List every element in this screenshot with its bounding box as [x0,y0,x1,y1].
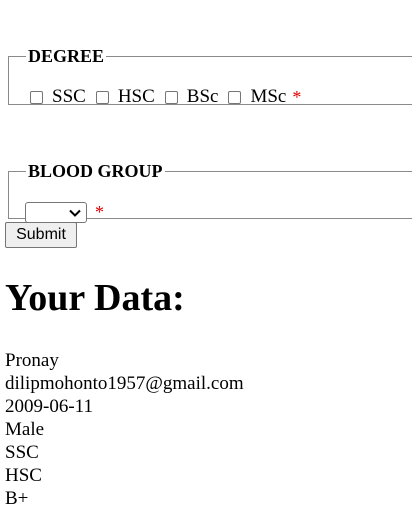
degree-fieldset: DEGREE SSC HSC BSc MSc * [8,46,412,108]
blood-group-required-marker: * [95,202,104,222]
submit-button[interactable]: Submit [5,222,77,248]
result-date: 2009-06-11 [5,396,93,417]
result-list: Pronay dilipmohonto1957@gmail.com 2009-0… [5,349,244,510]
msc-checkbox[interactable] [228,90,242,104]
result-gender: Male [5,419,45,440]
result-email: dilipmohonto1957@gmail.com [5,373,244,394]
degree-options: SSC HSC BSc MSc * [30,86,301,108]
result-degree-1: SSC [5,442,39,463]
degree-option-msc[interactable]: MSc [228,86,286,108]
bsc-checkbox[interactable] [164,90,178,104]
bsc-label: BSc [186,86,219,107]
ssc-label: SSC [52,86,86,107]
result-degree-2: HSC [5,465,42,486]
result-name: Pronay [5,350,59,371]
result-heading: Your Data: [5,277,185,319]
hsc-checkbox[interactable] [95,90,109,104]
degree-option-bsc[interactable]: BSc [164,86,219,108]
chevron-down-icon [69,209,81,217]
page: DEGREE SSC HSC BSc MSc * BLOOD GROUP * S… [0,0,412,513]
blood-group-legend: BLOOD GROUP [28,161,163,181]
degree-legend: DEGREE [28,46,105,66]
hsc-label: HSC [117,86,155,107]
blood-group-fieldset: BLOOD GROUP * [8,161,412,223]
blood-group-select[interactable] [25,202,87,223]
degree-option-hsc[interactable]: HSC [95,86,155,108]
blood-group-row: * [25,202,104,223]
ssc-checkbox[interactable] [30,90,43,104]
degree-required-marker: * [292,86,302,107]
result-blood-group: B+ [5,488,29,509]
degree-option-ssc[interactable]: SSC [30,86,86,108]
msc-label: MSc [250,86,287,107]
